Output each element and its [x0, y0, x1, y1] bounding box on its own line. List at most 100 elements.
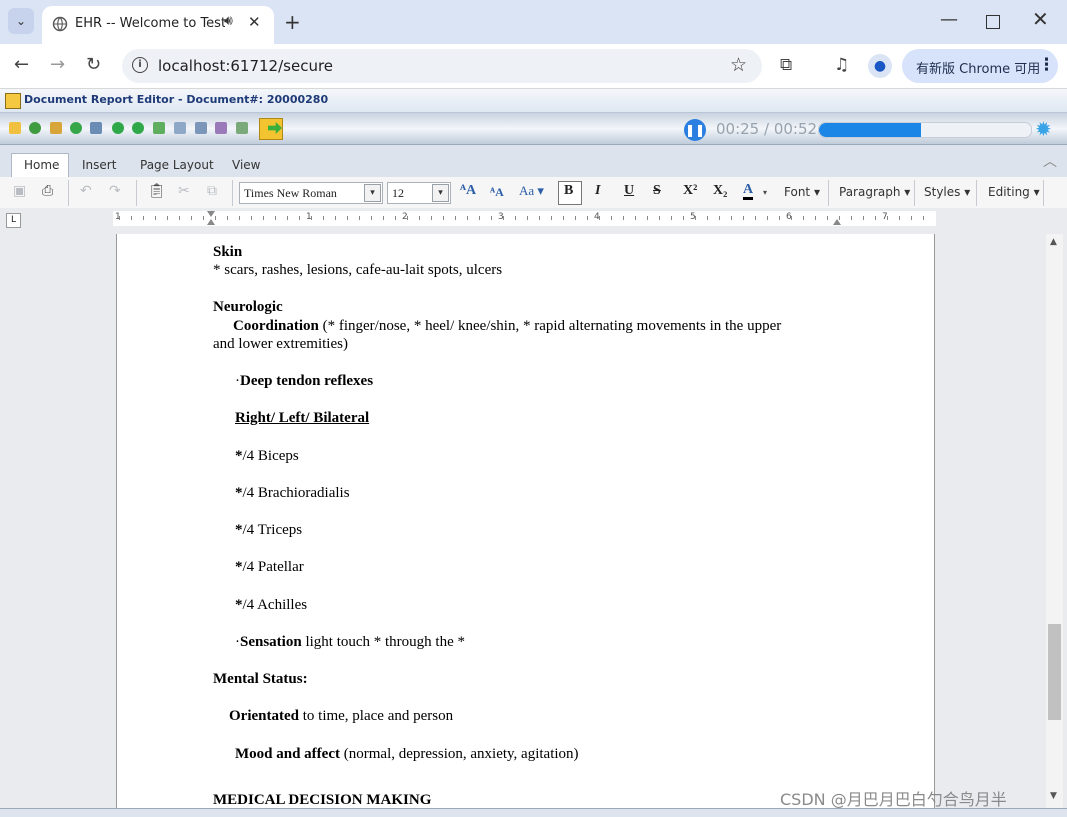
export-icon[interactable]: [153, 122, 165, 134]
chevron-down-icon[interactable]: ▾: [432, 184, 449, 202]
browser-tab-bar: ⌄ EHR -- Welcome to Test H 🔊︎ ✕ + — ✕: [0, 0, 1067, 44]
settings-gear-icon[interactable]: ✹: [1035, 117, 1052, 141]
ruler-tick: [191, 216, 192, 220]
globe-icon[interactable]: [29, 122, 41, 134]
folder-icon[interactable]: [9, 122, 21, 134]
ruler-tick: [263, 216, 264, 220]
tab-page-layout[interactable]: Page Layout: [140, 158, 214, 172]
browser-tab[interactable]: EHR -- Welcome to Test H 🔊︎ ✕: [42, 6, 274, 44]
new-tab-icon[interactable]: +: [284, 10, 301, 34]
profile-avatar-icon[interactable]: ●: [868, 54, 892, 78]
more-menu-icon[interactable]: ⋮: [1038, 55, 1055, 75]
window-close-icon[interactable]: ✕: [1032, 7, 1049, 31]
list-icon[interactable]: [236, 122, 248, 134]
patient-icon[interactable]: [215, 122, 227, 134]
horizontal-ruler[interactable]: 1 1 2 3 4 5 6 7: [113, 211, 936, 226]
chart-icon[interactable]: [90, 122, 102, 134]
url-text[interactable]: localhost:61712/secure: [158, 57, 333, 75]
chrome-update-label: 有新版 Chrome 可用: [916, 62, 1041, 77]
chrome-update-button[interactable]: 有新版 Chrome 可用 ⋮: [902, 49, 1058, 83]
italic-icon[interactable]: I: [595, 183, 600, 199]
underline-icon[interactable]: U: [624, 183, 634, 199]
ribbon-tab-bar: Home Insert Page Layout View ︿: [0, 145, 1067, 178]
font-family-select[interactable]: Times New Roman ▾: [239, 182, 383, 204]
change-case-icon[interactable]: Aa ▾: [519, 183, 544, 199]
placeholder-star[interactable]: *: [235, 448, 243, 464]
vertical-scrollbar[interactable]: ▲ ▼: [1046, 234, 1063, 808]
superscript-icon[interactable]: X²: [683, 183, 697, 199]
ruler-tick: [899, 216, 900, 220]
placeholder-star[interactable]: *: [235, 559, 243, 575]
edit-icon[interactable]: [50, 122, 62, 134]
reload-icon[interactable]: ↻: [86, 54, 101, 75]
paragraph-group-menu[interactable]: Paragraph ▾: [839, 185, 910, 199]
site-info-icon[interactable]: i: [132, 57, 148, 73]
reflex-text: /4 Biceps: [242, 448, 299, 464]
bookmark-star-icon[interactable]: ☆: [730, 54, 747, 76]
font-group-menu[interactable]: Font ▾: [784, 185, 820, 199]
ruler-tick: [671, 216, 672, 220]
ruler-tick: [275, 216, 276, 220]
chevron-down-icon[interactable]: ▾: [364, 184, 381, 202]
window-icon[interactable]: [174, 122, 186, 134]
undo-icon[interactable]: ↶: [80, 183, 92, 199]
scroll-up-icon[interactable]: ▲: [1050, 237, 1057, 247]
ruler-tick: [923, 216, 924, 220]
mood-text: (normal, depression, anxiety, agitation): [340, 746, 579, 762]
scroll-thumb[interactable]: [1048, 624, 1061, 720]
tab-insert[interactable]: Insert: [82, 158, 116, 172]
copy-icon[interactable]: ⧉: [207, 183, 217, 199]
grow-font-icon[interactable]: ᴬA: [460, 183, 476, 199]
minimize-icon[interactable]: —: [940, 9, 958, 30]
chevron-down-icon[interactable]: ▾: [763, 188, 767, 197]
separator: [136, 180, 137, 206]
forward-icon[interactable]: →: [50, 54, 65, 75]
tab-search-chevron-icon[interactable]: ⌄: [8, 8, 34, 34]
save-icon[interactable]: ▣: [13, 183, 26, 199]
pause-icon[interactable]: ❚❚: [684, 119, 706, 141]
redo-icon[interactable]: ↷: [109, 183, 121, 199]
coordination-line: Coordination (* finger/nose, * heel/ kne…: [233, 318, 781, 335]
placeholder-star[interactable]: *: [235, 485, 243, 501]
placeholder-star[interactable]: *: [235, 597, 243, 613]
ruler-tick: [563, 216, 564, 220]
shrink-font-icon[interactable]: ᴬA: [490, 185, 504, 200]
dtr-label: Deep tendon reflexes: [240, 373, 374, 389]
scroll-down-icon[interactable]: ▼: [1050, 791, 1057, 801]
add-icon[interactable]: [70, 122, 82, 134]
extensions-icon[interactable]: ⧉: [780, 55, 792, 75]
ruler-tick: [299, 216, 300, 220]
tab-home-label[interactable]: Home: [24, 158, 59, 172]
close-tab-icon[interactable]: ✕: [248, 13, 261, 31]
ruler-tick: [503, 216, 504, 220]
paste-icon[interactable]: 📋︎: [148, 183, 166, 199]
placeholder-star[interactable]: *: [235, 522, 243, 538]
ruler-tick: [707, 216, 708, 220]
strikethrough-icon[interactable]: S: [653, 183, 661, 199]
tab-stop-selector[interactable]: L: [6, 213, 21, 228]
cut-icon[interactable]: ✂: [178, 183, 190, 199]
print-icon[interactable]: ⎙: [42, 183, 53, 199]
styles-group-menu[interactable]: Styles ▾: [924, 185, 970, 199]
subscript-icon[interactable]: X₂: [713, 183, 727, 199]
reflex-line: */4 Brachioradialis: [235, 485, 350, 502]
next-icon[interactable]: [132, 122, 144, 134]
document-page[interactable]: Skin * scars, rashes, lesions, cafe-au-l…: [116, 234, 935, 808]
tab-view[interactable]: View: [232, 158, 260, 172]
ruler-tick: [359, 216, 360, 220]
back-icon[interactable]: ←: [14, 54, 29, 75]
editing-group-menu[interactable]: Editing ▾: [988, 185, 1040, 199]
speaker-icon[interactable]: 🔊︎: [224, 13, 233, 29]
maximize-icon[interactable]: [986, 15, 1000, 29]
collapse-ribbon-icon[interactable]: ︿: [1043, 151, 1057, 171]
font-color-icon[interactable]: A: [743, 183, 754, 200]
user-card-icon[interactable]: [195, 122, 207, 134]
left-indent-marker[interactable]: [207, 219, 215, 225]
address-bar[interactable]: i localhost:61712/secure ☆: [122, 49, 762, 83]
media-control-icon[interactable]: ♫: [834, 55, 849, 75]
previous-icon[interactable]: [112, 122, 124, 134]
first-line-indent-marker[interactable]: [207, 211, 215, 217]
audio-progress-bar[interactable]: [818, 122, 1032, 138]
font-size-select[interactable]: 12 ▾: [387, 182, 451, 204]
reflex-text: /4 Achilles: [242, 597, 308, 613]
